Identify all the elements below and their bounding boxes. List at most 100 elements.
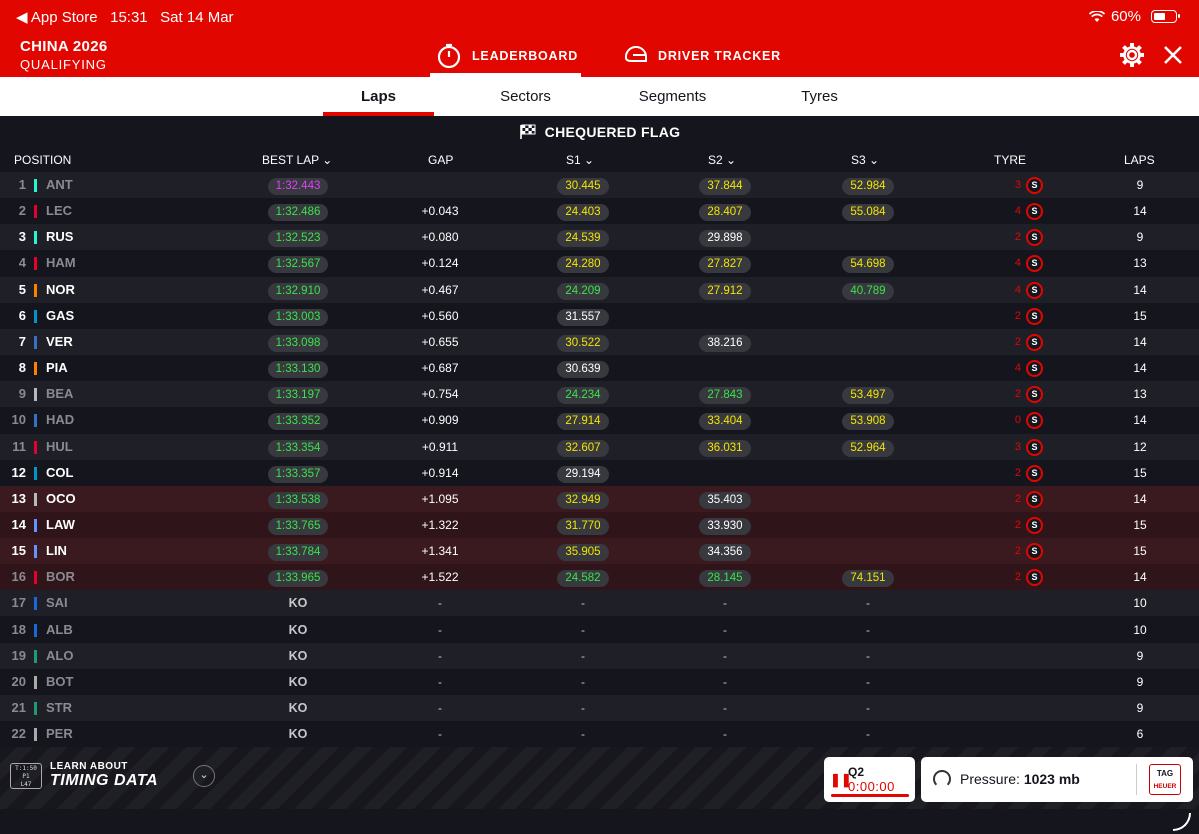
- sector3-cell-value: -: [866, 674, 870, 689]
- table-row[interactable]: 18 ALB KO - - - - 10: [0, 616, 1199, 643]
- table-row[interactable]: 12 COL 1:33.357 +0.914 29.194 2 S 15: [0, 459, 1199, 486]
- wifi-icon: [1088, 10, 1105, 22]
- team-color-bar: [34, 702, 37, 715]
- laps-cell: 14: [1133, 361, 1147, 376]
- driver-code[interactable]: VER: [46, 329, 73, 355]
- status-bar-left: ◀ App Store 15:31 Sat 14 Mar: [16, 8, 234, 26]
- best-lap-cell-value: KO: [288, 596, 308, 611]
- sector1-cell-value: 24.539: [557, 230, 609, 248]
- driver-code[interactable]: LAW: [46, 512, 75, 538]
- driver-code[interactable]: STR: [46, 695, 72, 721]
- sector1-cell: 24.209: [535, 277, 631, 303]
- col-s1[interactable]: S1 ⌄: [566, 153, 594, 167]
- driver-code[interactable]: BOR: [46, 564, 75, 590]
- close-icon[interactable]: [1163, 45, 1183, 65]
- col-best-lap[interactable]: BEST LAP ⌄: [262, 153, 332, 167]
- driver-code[interactable]: PIA: [46, 355, 68, 381]
- learn-timing-data[interactable]: T:1:50 P1 L47 LEARN ABOUT TIMING DATA: [10, 761, 158, 790]
- col-s1-label: S1: [566, 153, 581, 167]
- driver-code[interactable]: OCO: [46, 486, 76, 512]
- driver-code[interactable]: LEC: [46, 198, 72, 224]
- table-row[interactable]: 1 ANT 1:32.443 30.445 37.844 52.984 3 S 9: [0, 172, 1199, 198]
- driver-code[interactable]: HAM: [46, 250, 76, 276]
- table-row[interactable]: 14 LAW 1:33.765 +1.322 31.770 33.930 2 S 15: [0, 511, 1199, 538]
- sector2-cell: 33.930: [677, 512, 773, 538]
- driver-code[interactable]: ALO: [46, 643, 73, 669]
- driver-code[interactable]: GAS: [46, 303, 74, 329]
- position-cell: 7: [18, 333, 26, 349]
- weather-card[interactable]: Pressure: 1023 mb TAG HEUER: [921, 757, 1193, 802]
- driver-code[interactable]: NOR: [46, 277, 75, 303]
- col-s2[interactable]: S2 ⌄: [708, 153, 736, 167]
- table-row[interactable]: 3 RUS 1:32.523 +0.080 24.539 29.898 2 S 9: [0, 224, 1199, 251]
- table-row[interactable]: 17 SAI KO - - - - 10: [0, 590, 1199, 617]
- expand-chevron-button[interactable]: ⌄: [193, 765, 215, 787]
- pressure-value: 1023 mb: [1023, 771, 1080, 787]
- tab-segments[interactable]: Segments: [617, 77, 728, 116]
- sector2-cell: [677, 355, 773, 381]
- table-row[interactable]: 20 BOT KO - - - - 9: [0, 668, 1199, 695]
- team-color-bar: [34, 440, 37, 454]
- sector3-cell: -: [820, 669, 916, 695]
- sector1-cell: -: [535, 669, 631, 695]
- table-row[interactable]: 4 HAM 1:32.567 +0.124 24.280 27.827 54.698 4 S 13: [0, 250, 1199, 277]
- sector2-cell-value: 29.898: [699, 230, 751, 248]
- tyre-age: 4: [1014, 283, 1021, 296]
- driver-code[interactable]: ANT: [46, 172, 73, 198]
- laps-cell: 14: [1133, 282, 1147, 297]
- sector1-cell-value: 30.445: [557, 178, 609, 195]
- table-row[interactable]: 13 OCO 1:33.538 +1.095 32.949 35.403 2 S 14: [0, 485, 1199, 512]
- driver-code[interactable]: BOT: [46, 669, 73, 695]
- driver-code[interactable]: SAI: [46, 590, 68, 616]
- driver-code[interactable]: HAD: [46, 407, 74, 433]
- driver-code[interactable]: COL: [46, 460, 73, 486]
- session-timer-card[interactable]: ❚❚ Q2 0:00:00: [824, 757, 915, 802]
- sector1-cell-value: 24.209: [557, 282, 609, 300]
- gap-cell: -: [438, 701, 442, 715]
- best-lap-cell: KO: [250, 669, 346, 695]
- table-row[interactable]: 22 PER KO - - - - 6: [0, 721, 1199, 748]
- tab-tyres[interactable]: Tyres: [764, 77, 875, 116]
- driver-code[interactable]: BEA: [46, 381, 73, 407]
- driver-code[interactable]: LIN: [46, 538, 67, 564]
- table-row[interactable]: 5 NOR 1:32.910 +0.467 24.209 27.912 40.789 4 S 14: [0, 276, 1199, 303]
- gear-icon[interactable]: [1119, 42, 1145, 68]
- tab-leaderboard[interactable]: LEADERBOARD: [430, 43, 581, 77]
- table-row[interactable]: 21 STR KO - - - - 9: [0, 695, 1199, 721]
- sector2-cell-value: 37.844: [699, 178, 751, 195]
- gauge-icon: [933, 770, 951, 788]
- driver-code[interactable]: PER: [46, 721, 73, 747]
- table-row[interactable]: 19 ALO KO - - - - 9: [0, 642, 1199, 669]
- position-cell: 9: [18, 386, 26, 402]
- sector2-cell-value: -: [723, 674, 727, 689]
- table-row[interactable]: 15 LIN 1:33.784 +1.341 35.905 34.356 2 S 15: [0, 538, 1199, 565]
- table-row[interactable]: 2 LEC 1:32.486 +0.043 24.403 28.407 55.084 4 S 14: [0, 198, 1199, 225]
- table-row[interactable]: 10 HAD 1:33.352 +0.909 27.914 33.404 53.908 0 S 1…: [0, 407, 1199, 434]
- table-row[interactable]: 8 PIA 1:33.130 +0.687 30.639 4 S 14: [0, 355, 1199, 382]
- col-s3[interactable]: S3 ⌄: [851, 153, 879, 167]
- table-row[interactable]: 7 VER 1:33.098 +0.655 30.522 38.216 2 S 14: [0, 328, 1199, 355]
- tab-laps[interactable]: Laps: [323, 77, 434, 116]
- tyre-age: 2: [1014, 571, 1021, 584]
- sector2-cell: -: [677, 695, 773, 721]
- driver-code[interactable]: RUS: [46, 224, 73, 250]
- tab-driver-tracker[interactable]: DRIVER TRACKER: [624, 43, 781, 77]
- back-to-app-store[interactable]: ◀ App Store: [16, 9, 98, 26]
- team-color-bar: [34, 492, 37, 506]
- sub-tab-bar: Laps Sectors Segments Tyres: [0, 77, 1199, 116]
- tab-sectors[interactable]: Sectors: [470, 77, 581, 116]
- driver-code[interactable]: ALB: [46, 617, 73, 643]
- team-color-bar: [34, 309, 37, 323]
- table-row[interactable]: 11 HUL 1:33.354 +0.911 32.607 36.031 52.964 3 S 1…: [0, 433, 1199, 460]
- team-color-bar: [34, 728, 37, 742]
- tyre-cell: 0S: [985, 407, 1045, 433]
- driver-code[interactable]: HUL: [46, 434, 73, 460]
- table-row[interactable]: 16 BOR 1:33.965 +1.522 24.582 28.145 74.151 2 S 1…: [0, 564, 1199, 591]
- sector3-cell-value: 54.698: [842, 256, 894, 274]
- gap-cell: -: [438, 622, 442, 637]
- table-header: POSITION BEST LAP ⌄ GAP S1 ⌄ S2 ⌄ S3 ⌄ T…: [0, 147, 1199, 172]
- team-color-bar: [34, 257, 37, 271]
- table-row[interactable]: 6 GAS 1:33.003 +0.560 31.557 2 S 15: [0, 302, 1199, 329]
- table-row[interactable]: 9 BEA 1:33.197 +0.754 24.234 27.843 53.497 2 S 13: [0, 381, 1199, 408]
- sector3-cell: -: [820, 695, 916, 721]
